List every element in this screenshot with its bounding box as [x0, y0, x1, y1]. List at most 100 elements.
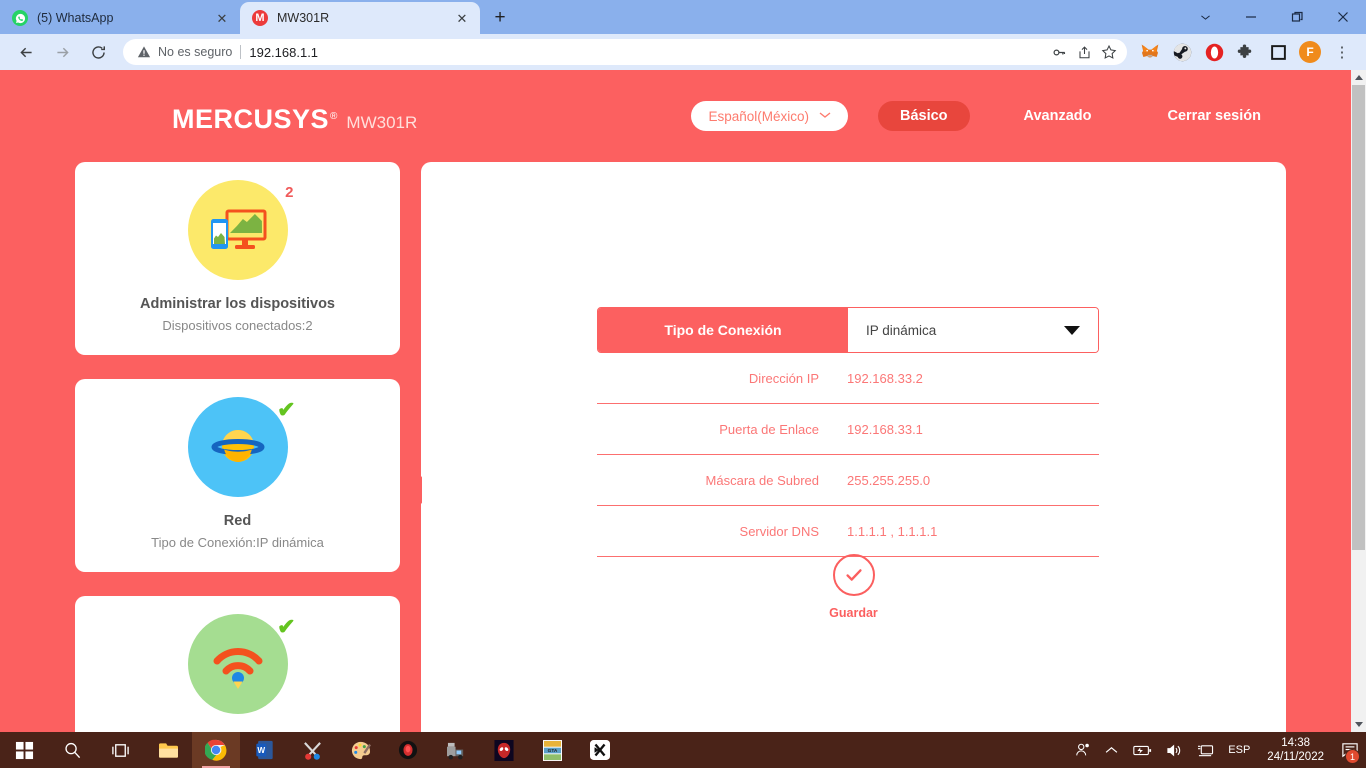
back-icon[interactable]: [11, 37, 41, 67]
omnibox-divider: [240, 45, 242, 59]
word-icon[interactable]: W: [240, 732, 288, 768]
network-display-icon[interactable]: [1190, 732, 1221, 768]
svg-text:GTA: GTA: [547, 747, 557, 753]
field-row-direccion-ip: Dirección IP 192.168.33.2: [597, 353, 1099, 404]
share-icon[interactable]: [1072, 40, 1096, 64]
search-icon[interactable]: [48, 732, 96, 768]
address-bar-url: 192.168.1.1: [249, 44, 319, 60]
field-label: Dirección IP: [748, 370, 819, 386]
chevron-up-icon[interactable]: [1098, 732, 1125, 768]
tab-search-chevron-down-icon[interactable]: [1182, 0, 1228, 34]
task-view-icon[interactable]: [96, 732, 144, 768]
status-check-icon: ✔: [277, 397, 296, 422]
star-icon[interactable]: [1097, 40, 1121, 64]
registered-mark-icon: ®: [330, 111, 338, 122]
notifications-icon[interactable]: 1: [1334, 732, 1366, 768]
language-label: Español(México): [708, 108, 809, 124]
scroll-down-icon[interactable]: [1351, 717, 1366, 732]
clock-date: 24/11/2022: [1267, 751, 1324, 763]
profile-avatar[interactable]: F: [1297, 39, 1323, 65]
router-nav: Español(México) Básico Avanzado Cerrar s…: [691, 101, 1261, 131]
nav-item-cerrar-sesion[interactable]: Cerrar sesión: [1146, 101, 1262, 131]
browser-tab-strip: (5) WhatsApp ✕ M MW301R ✕ +: [0, 0, 1366, 34]
language-selector[interactable]: Español(México): [691, 101, 848, 131]
card-icon-wrap: ✔: [187, 397, 296, 497]
field-row-mascara-de-subred: Máscara de Subred 255.255.255.0: [597, 455, 1099, 506]
chrome-menu-icon[interactable]: ⋮: [1329, 39, 1355, 65]
status-check-icon: ✔: [277, 614, 296, 639]
square-icon[interactable]: [1265, 39, 1291, 65]
nav-item-avanzado[interactable]: Avanzado: [1002, 101, 1114, 131]
network-settings-form: Tipo de Conexión IP dinámica Dirección I…: [597, 307, 1099, 557]
puzzle-icon[interactable]: [1233, 39, 1259, 65]
save-button[interactable]: Guardar: [421, 554, 1286, 620]
metamask-icon[interactable]: [1137, 39, 1163, 65]
maximize-icon[interactable]: [1274, 0, 1320, 34]
sidebar: 2 Administrar los dispositivos Dispositi…: [75, 162, 400, 732]
connected-devices-badge: 2: [285, 184, 294, 201]
sidebar-card-red[interactable]: ✔ Red Tipo de Conexión:IP dinámica: [75, 379, 400, 572]
screen: (5) WhatsApp ✕ M MW301R ✕ + No es seguro…: [0, 0, 1366, 768]
spiderman-game-icon[interactable]: [480, 732, 528, 768]
new-tab-button[interactable]: +: [486, 4, 514, 32]
security-status-text: No es seguro: [158, 45, 233, 59]
minimize-icon[interactable]: [1228, 0, 1274, 34]
not-secure-warning-icon: [137, 45, 151, 59]
gta-game-icon[interactable]: GTA: [528, 732, 576, 768]
steam-icon[interactable]: [1169, 39, 1195, 65]
chrome-icon[interactable]: [192, 732, 240, 768]
system-tray: ESP 14:38 24/11/2022 1: [1068, 732, 1366, 768]
paint-icon[interactable]: [336, 732, 384, 768]
nav-item-basico[interactable]: Básico: [877, 101, 970, 131]
page-scrollbar[interactable]: [1351, 70, 1366, 732]
opera-icon[interactable]: [1201, 39, 1227, 65]
battery-charging-icon[interactable]: [1125, 732, 1159, 768]
scrollbar-thumb[interactable]: [1352, 85, 1365, 550]
forward-icon[interactable]: [47, 37, 77, 67]
field-label: Servidor DNS: [739, 523, 819, 539]
chevron-down-icon: [819, 111, 831, 122]
truck-game-icon[interactable]: [432, 732, 480, 768]
chevron-down-icon: [1064, 325, 1080, 335]
field-label: Puerta de Enlace: [719, 421, 819, 437]
sidebar-card-inalambrico[interactable]: ✔: [75, 596, 400, 732]
capcut-icon[interactable]: [576, 732, 624, 768]
clock-time: 14:38: [1281, 736, 1311, 749]
close-icon[interactable]: [1320, 0, 1366, 34]
browser-toolbar: No es seguro 192.168.1.1 F ⋮: [0, 34, 1366, 70]
start-icon[interactable]: [0, 732, 48, 768]
panel-notch-icon: [411, 476, 422, 504]
volume-icon[interactable]: [1159, 732, 1190, 768]
clock[interactable]: 14:38 24/11/2022: [1257, 736, 1334, 765]
sidebar-card-administrar-dispositivos[interactable]: 2 Administrar los dispositivos Dispositi…: [75, 162, 400, 355]
browser-tab-mw301r[interactable]: M MW301R ✕: [240, 2, 480, 34]
reload-icon[interactable]: [83, 37, 113, 67]
browser-tab-title: MW301R: [277, 11, 330, 25]
close-icon[interactable]: ✕: [452, 8, 472, 28]
scroll-up-icon[interactable]: [1351, 70, 1366, 85]
router-header: MERCUSYS ® MW301R Español(México) Básico…: [0, 70, 1351, 160]
file-explorer-icon[interactable]: [144, 732, 192, 768]
media-player-icon[interactable]: [384, 732, 432, 768]
field-row-puerta-de-enlace: Puerta de Enlace 192.168.33.1: [597, 404, 1099, 455]
close-icon[interactable]: ✕: [212, 8, 232, 28]
snipping-tool-icon[interactable]: [288, 732, 336, 768]
sidebar-card-subtitle: Tipo de Conexión:IP dinámica: [151, 535, 324, 550]
address-bar[interactable]: No es seguro 192.168.1.1: [123, 39, 1127, 65]
wireless-icon: [187, 614, 288, 714]
whatsapp-icon: [12, 10, 28, 26]
connection-type-row: Tipo de Conexión IP dinámica: [597, 307, 1099, 353]
browser-tab-whatsapp[interactable]: (5) WhatsApp ✕: [0, 2, 240, 34]
connection-type-select[interactable]: IP dinámica: [848, 308, 1098, 352]
connection-type-value: IP dinámica: [866, 322, 937, 338]
field-value: 1.1.1.1 , 1.1.1.1: [847, 523, 938, 539]
language-indicator[interactable]: ESP: [1221, 732, 1257, 768]
notification-count-badge: 1: [1345, 749, 1360, 764]
key-icon[interactable]: [1047, 40, 1071, 64]
browser-tab-title: (5) WhatsApp: [37, 11, 114, 25]
people-icon[interactable]: [1068, 732, 1098, 768]
save-button-label: Guardar: [829, 606, 878, 620]
mercusys-icon: M: [252, 10, 268, 26]
field-value: 255.255.255.0: [847, 472, 931, 488]
windows-taskbar: W GTA ESP 14:38 24/11/2022 1: [0, 732, 1366, 768]
